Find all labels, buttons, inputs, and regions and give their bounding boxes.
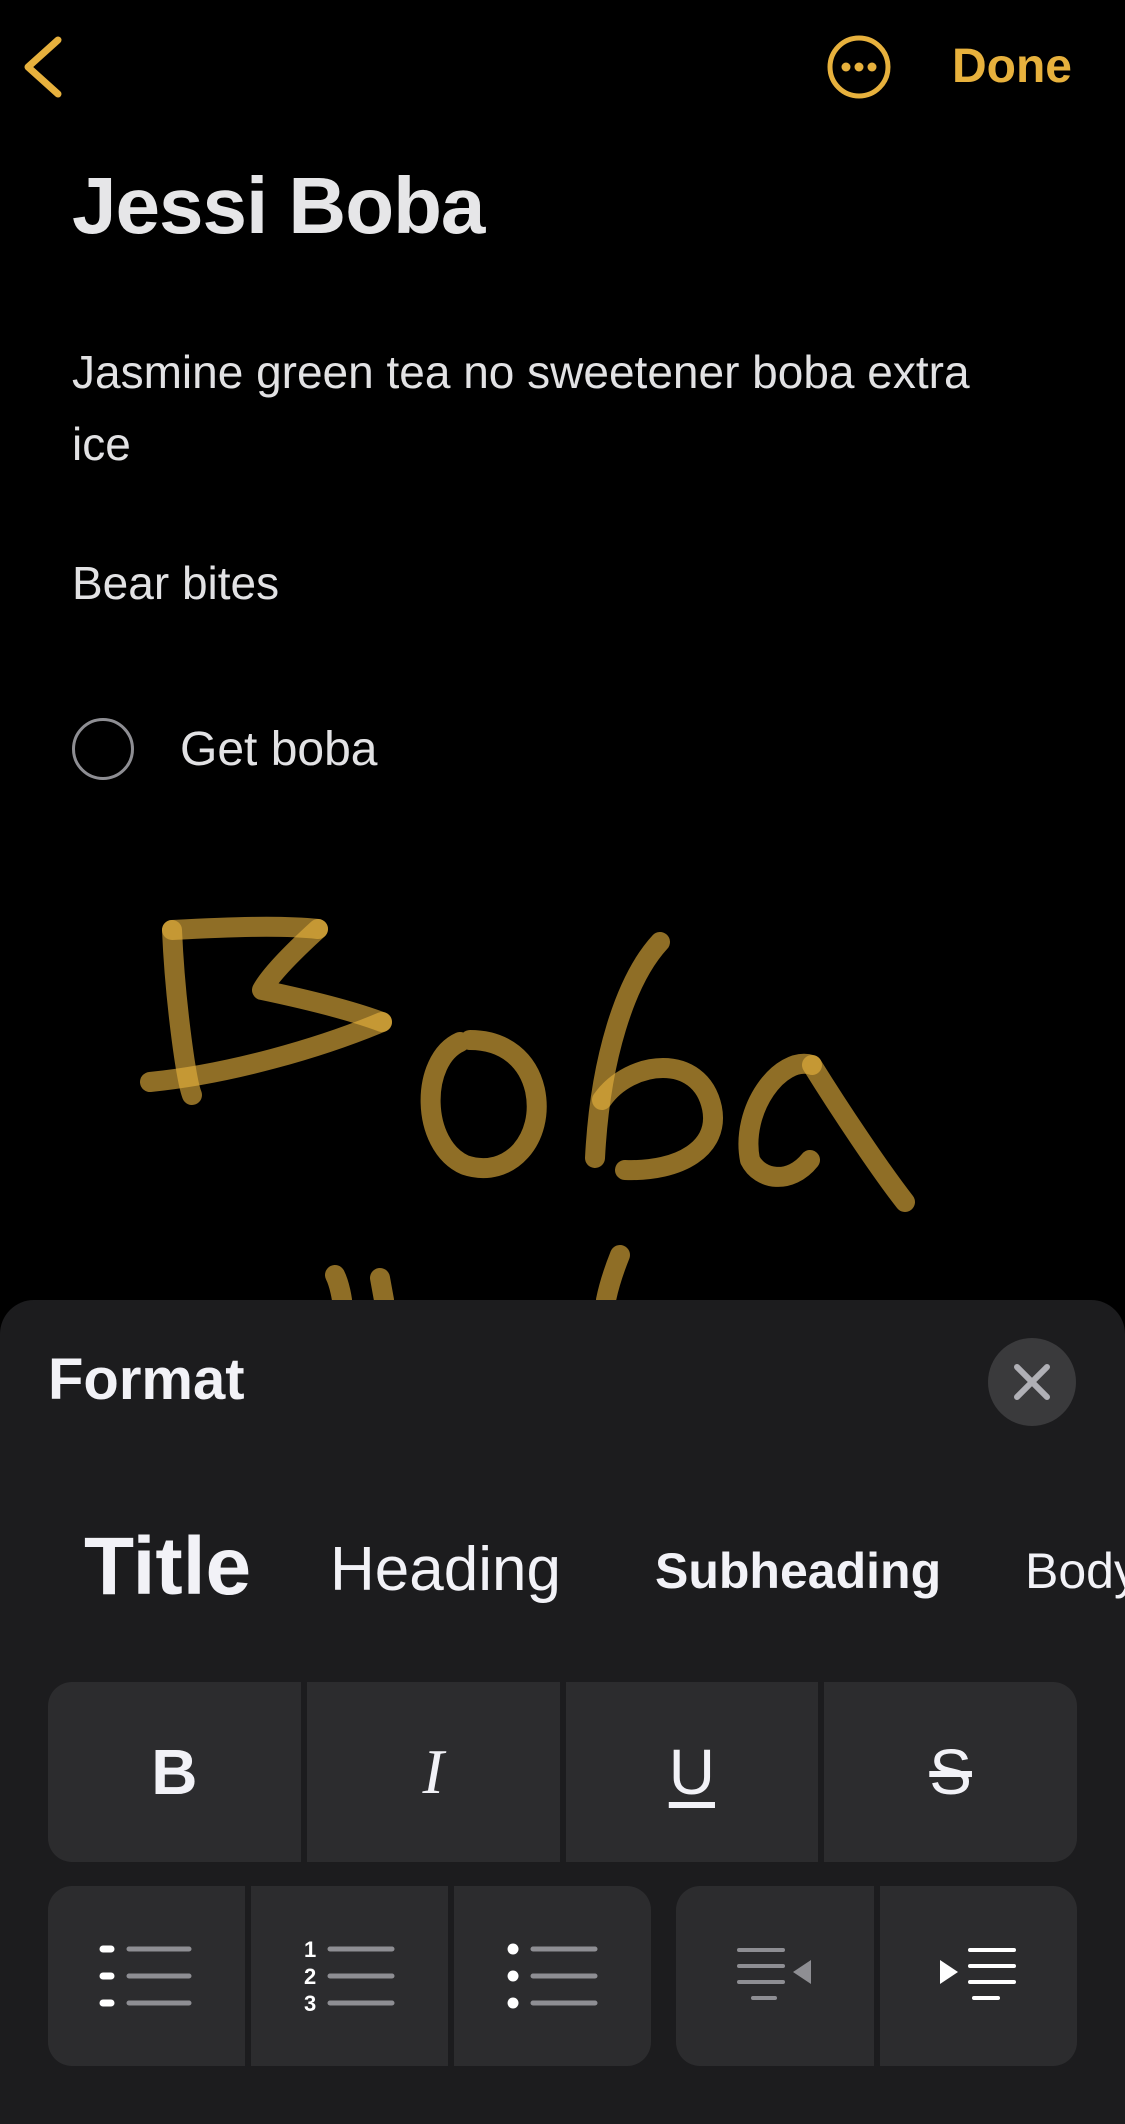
note-title[interactable]: Jessi Boba	[72, 160, 485, 252]
style-body-option[interactable]: Body	[1025, 1542, 1125, 1600]
outdent-button[interactable]	[676, 1886, 874, 2066]
outdent-icon	[736, 1948, 811, 2000]
number-3: 3	[304, 1991, 316, 2015]
style-title-option[interactable]: Title	[84, 1520, 251, 1614]
handwritten-drawing[interactable]	[0, 880, 1125, 1300]
indent-icon	[940, 1948, 1017, 2000]
ellipsis-circle-icon	[827, 35, 891, 99]
close-icon	[1014, 1364, 1050, 1400]
underline-button[interactable]: U	[559, 1682, 819, 1862]
list-style-group: 1 2 3	[48, 1886, 651, 2066]
note-body-text[interactable]: Jasmine green tea no sweetener boba extr…	[72, 336, 1012, 480]
style-subheading-option[interactable]: Subheading	[655, 1542, 941, 1600]
checklist-item-label[interactable]: Get boba	[180, 722, 377, 777]
back-button[interactable]	[18, 30, 74, 104]
indent-button[interactable]	[873, 1886, 1078, 2066]
checklist-checkbox[interactable]	[72, 718, 134, 780]
more-options-button[interactable]	[826, 34, 892, 100]
format-panel-title: Format	[48, 1347, 245, 1412]
italic-button[interactable]: I	[300, 1682, 560, 1862]
dashed-list-icon	[99, 1945, 191, 2007]
text-style-group: B I U S	[48, 1682, 1077, 1862]
bold-label: B	[151, 1736, 198, 1808]
numbered-list-button[interactable]: 1 2 3	[245, 1886, 448, 2066]
style-heading-option[interactable]: Heading	[330, 1534, 561, 1605]
strikethrough-button[interactable]: S	[818, 1682, 1077, 1862]
numbered-list-icon: 1 2 3	[304, 1937, 394, 2015]
note-line-text[interactable]: Bear bites	[72, 556, 279, 610]
number-2: 2	[304, 1964, 316, 1989]
italic-label: I	[422, 1736, 444, 1807]
close-format-button[interactable]	[988, 1338, 1076, 1426]
indent-group	[676, 1886, 1077, 2066]
done-button[interactable]: Done	[952, 32, 1072, 102]
bulleted-list-icon	[507, 1943, 597, 2009]
bold-button[interactable]: B	[48, 1682, 301, 1862]
underline-label: U	[668, 1736, 715, 1808]
bulleted-list-button[interactable]	[448, 1886, 651, 2066]
number-1: 1	[304, 1937, 316, 1962]
chevron-left-icon	[24, 36, 62, 98]
strikethrough-label: S	[929, 1736, 972, 1808]
dashed-list-button[interactable]	[48, 1886, 245, 2066]
